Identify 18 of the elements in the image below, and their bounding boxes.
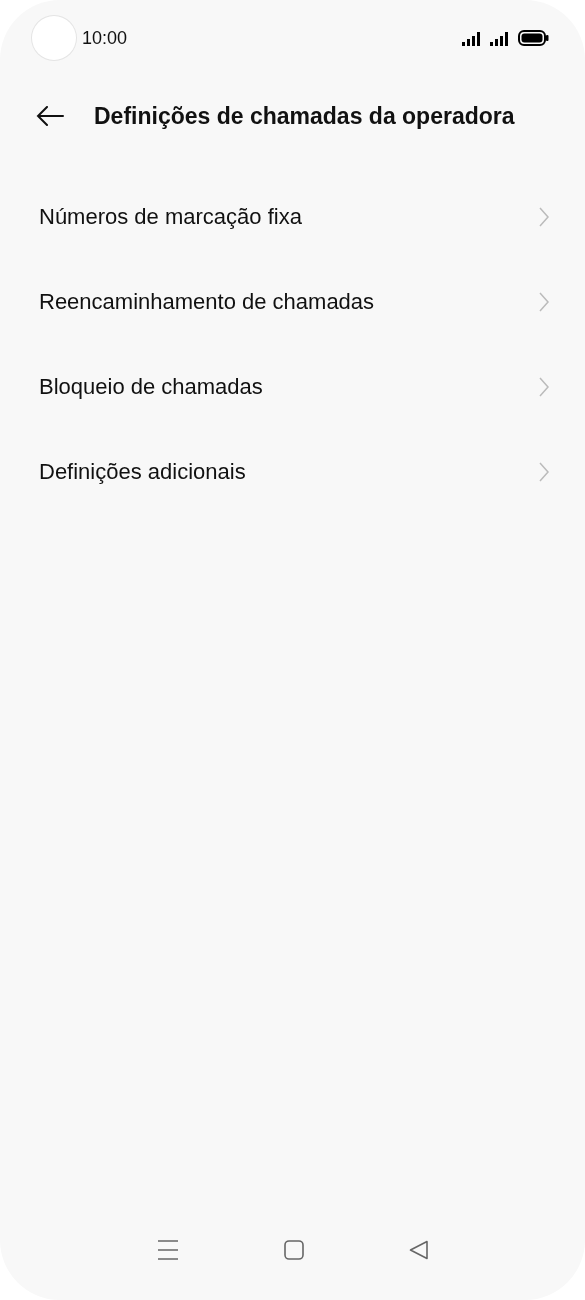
chevron-right-icon: [539, 461, 549, 482]
menu-item[interactable]: Números de marcação fixa: [0, 174, 585, 259]
chevron-right-icon: [539, 376, 549, 397]
battery-icon: [518, 30, 549, 46]
menu-icon[interactable]: [156, 1240, 179, 1260]
signal-icon: [462, 30, 482, 46]
chevron-right-icon: [539, 206, 549, 227]
chevron-right-icon: [539, 291, 549, 312]
menu-item[interactable]: Reencaminhamento de chamadas: [0, 259, 585, 344]
camera-hole: [32, 16, 76, 60]
back-triangle-icon[interactable]: [408, 1240, 429, 1260]
menu-item[interactable]: Bloqueio de chamadas: [0, 344, 585, 429]
home-square-icon[interactable]: [283, 1240, 304, 1260]
menu-item[interactable]: Definições adicionais: [0, 429, 585, 514]
back-arrow-icon[interactable]: [36, 106, 64, 126]
signal-icon: [490, 30, 510, 46]
status-time: 10:00: [82, 26, 128, 50]
page-title: Definições de chamadas da operadora: [94, 101, 515, 131]
